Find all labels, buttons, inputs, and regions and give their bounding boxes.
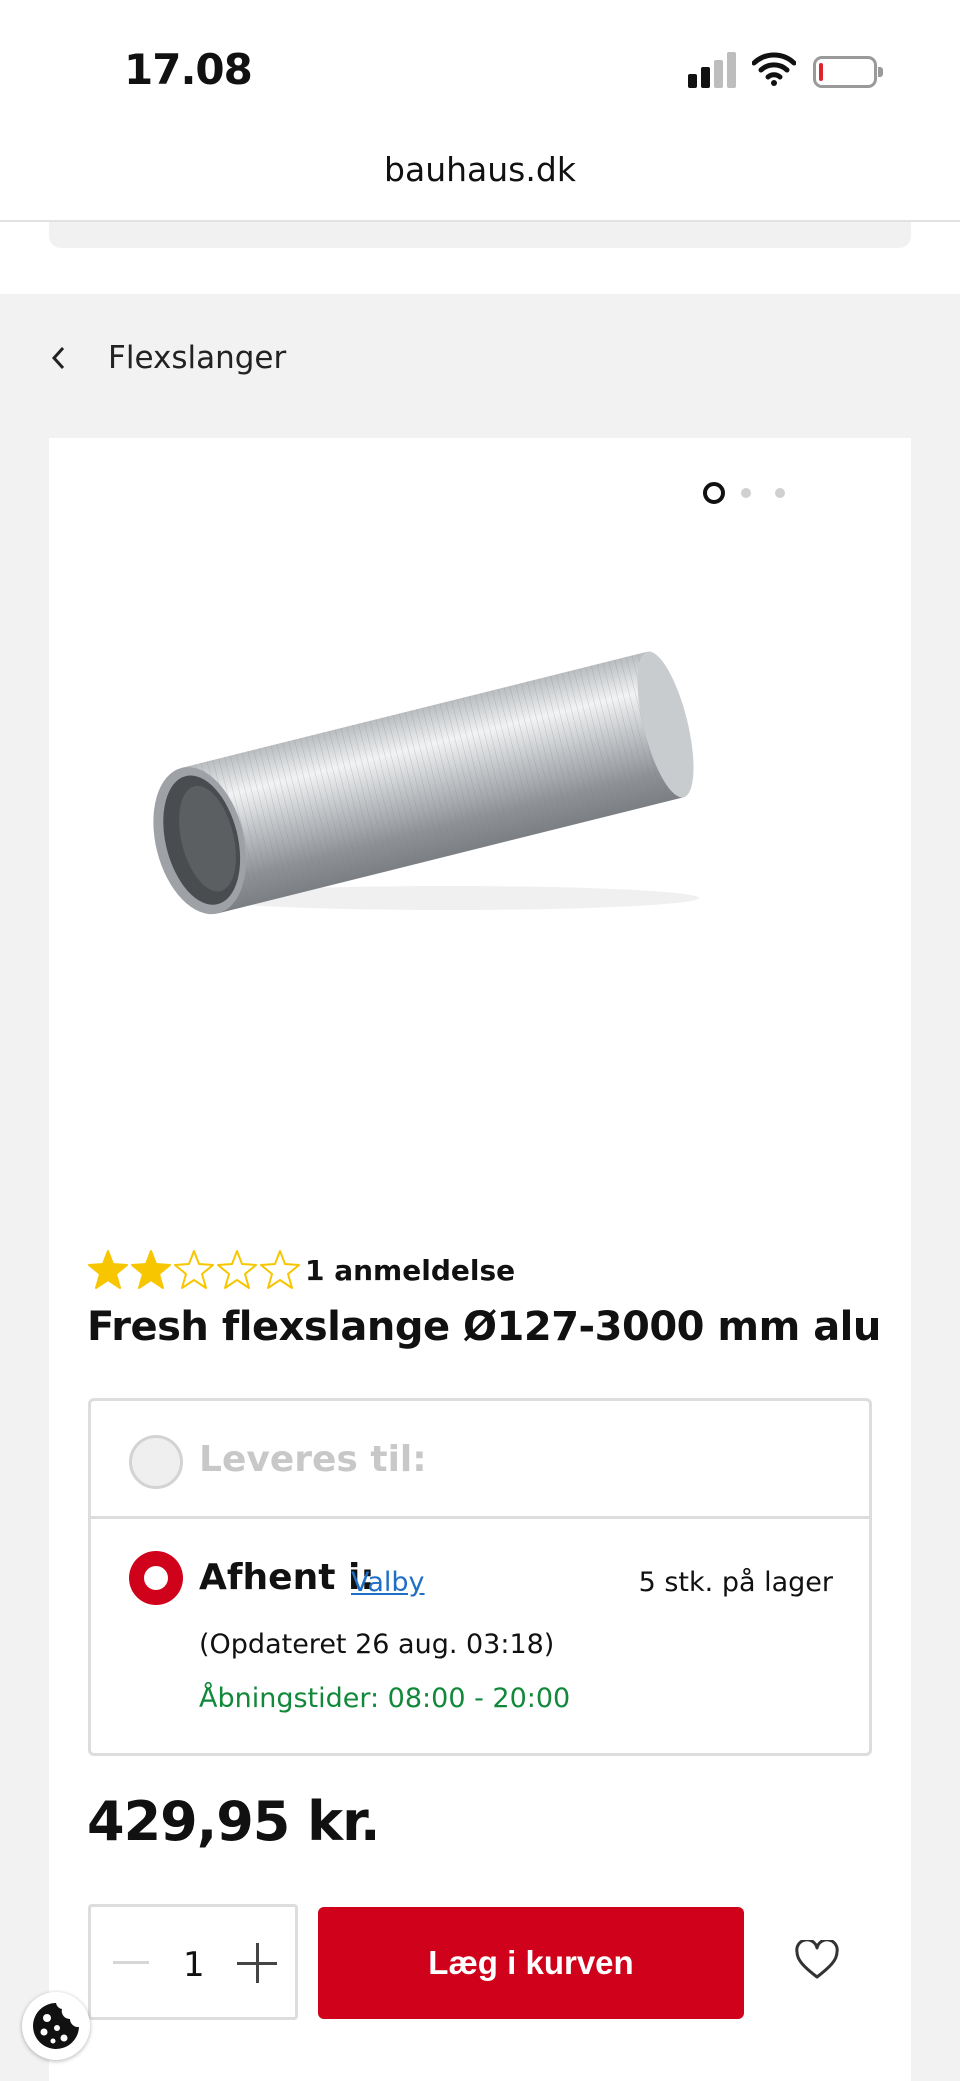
- heart-icon[interactable]: [794, 1938, 840, 1984]
- status-bar: 17.08: [0, 0, 960, 120]
- star-empty-icon: [260, 1250, 300, 1289]
- search-field-remnant[interactable]: [49, 222, 911, 248]
- product-title: Fresh flexslange Ø127-3000 mm alu: [87, 1304, 881, 1350]
- chevron-left-icon[interactable]: [50, 344, 66, 376]
- pickup-label: Afhent i:: [199, 1557, 375, 1598]
- wifi-icon: [751, 52, 797, 90]
- store-link[interactable]: Valby: [351, 1567, 425, 1598]
- breadcrumb[interactable]: Flexslanger: [0, 330, 960, 390]
- pickup-radio[interactable]: [129, 1551, 183, 1605]
- stock-status: 5 stk. på lager: [638, 1567, 833, 1598]
- minus-icon[interactable]: [113, 1961, 149, 1964]
- gallery-dot[interactable]: [741, 488, 751, 498]
- cookie-settings-button[interactable]: [22, 1992, 90, 2060]
- opening-hours: Åbningstider: 08:00 - 20:00: [199, 1683, 571, 1714]
- quantity-value[interactable]: 1: [183, 1945, 205, 1985]
- star-filled-icon: [131, 1250, 171, 1289]
- browser-address-bar[interactable]: bauhaus.dk: [0, 120, 960, 222]
- stock-updated: (Opdateret 26 aug. 03:18): [199, 1629, 555, 1660]
- gallery-dot-active[interactable]: [703, 482, 725, 504]
- quantity-stepper: 1: [88, 1904, 298, 2020]
- breadcrumb-label[interactable]: Flexslanger: [108, 340, 286, 376]
- home-delivery-radio[interactable]: [129, 1435, 183, 1489]
- star-empty-icon: [217, 1250, 257, 1289]
- product-image[interactable]: [149, 598, 709, 942]
- delivery-options: Leveres til: Afhent i: Valby 5 stk. på l…: [88, 1398, 872, 1756]
- home-delivery-label: Leveres til:: [199, 1439, 427, 1480]
- star-empty-icon: [174, 1250, 214, 1289]
- review-count[interactable]: 1 anmeldelse: [305, 1254, 515, 1287]
- rating-stars: [87, 1248, 301, 1292]
- plus-icon[interactable]: [237, 1943, 277, 1983]
- star-filled-icon: [88, 1250, 128, 1289]
- gallery-dot[interactable]: [775, 488, 785, 498]
- status-time: 17.08: [124, 45, 253, 94]
- home-delivery-option[interactable]: Leveres til:: [91, 1401, 869, 1519]
- url-text[interactable]: bauhaus.dk: [0, 150, 960, 189]
- product-price: 429,95 kr.: [87, 1790, 381, 1853]
- product-card: 1 anmeldelse Fresh flexslange Ø127-3000 …: [49, 438, 911, 2081]
- battery-low-icon: [813, 56, 883, 88]
- cellular-signal-icon: [688, 52, 738, 88]
- header-strip: [0, 222, 960, 294]
- cookie-icon: [33, 2003, 79, 2049]
- add-to-cart-button[interactable]: Læg i kurven: [318, 1907, 744, 2019]
